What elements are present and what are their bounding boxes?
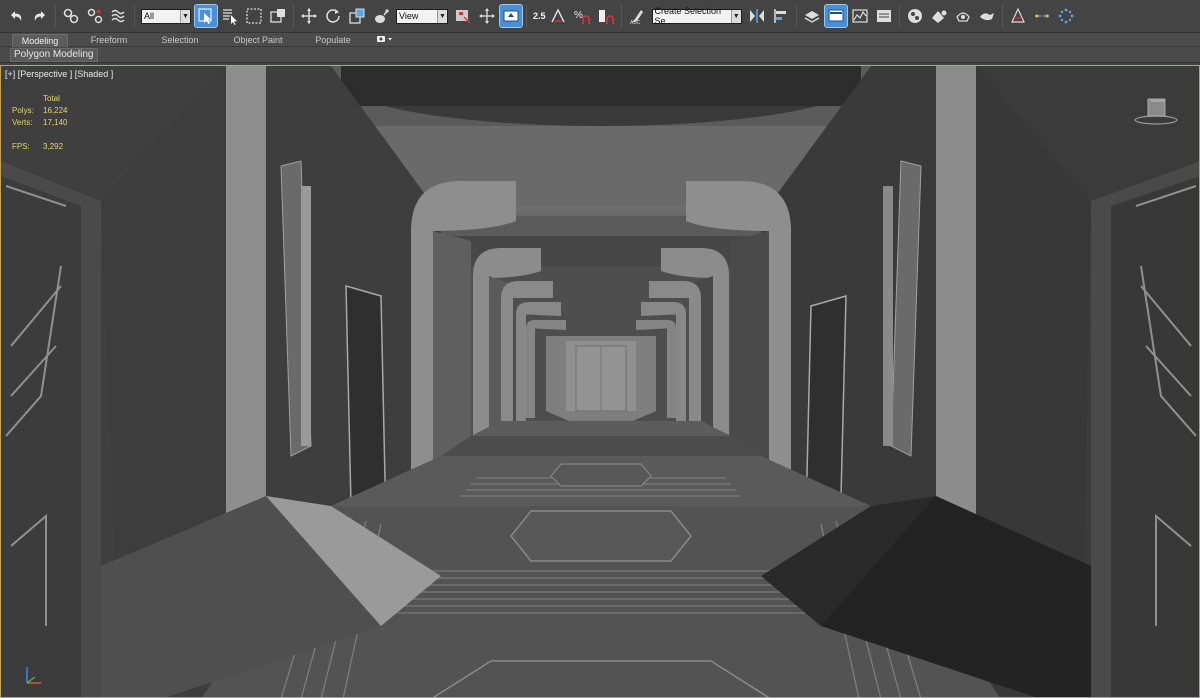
material-editor-icon[interactable] bbox=[928, 5, 950, 27]
separator bbox=[620, 4, 622, 28]
tab-freeform[interactable]: Freeform bbox=[82, 34, 136, 47]
separator bbox=[898, 4, 900, 28]
mirror-icon[interactable] bbox=[746, 5, 768, 27]
link-icon[interactable] bbox=[60, 5, 82, 27]
rotate-icon[interactable] bbox=[322, 5, 344, 27]
snap-value: 2.5 bbox=[533, 11, 546, 21]
bind-space-warp-icon[interactable] bbox=[108, 5, 130, 27]
schematic-view-icon[interactable] bbox=[904, 5, 926, 27]
separator bbox=[134, 4, 135, 28]
angle-snap-icon[interactable] bbox=[547, 5, 569, 27]
separator bbox=[526, 4, 527, 28]
selection-filter-dropdown[interactable]: All ▼ bbox=[141, 8, 191, 24]
ribbon-options-icon[interactable] bbox=[376, 35, 394, 45]
separator bbox=[55, 4, 56, 28]
svg-text:%: % bbox=[574, 10, 583, 21]
chevron-down-icon: ▼ bbox=[437, 9, 447, 23]
named-selection-input: Create Selection Se bbox=[654, 6, 722, 26]
fps-value: 3,292 bbox=[43, 142, 64, 151]
move-icon[interactable] bbox=[298, 5, 320, 27]
viewport-label[interactable]: [+] [Perspective ] [Shaded ] bbox=[5, 69, 113, 79]
statistics-overlay: Total Polys: 16,224 Verts: 17,140 FPS: 3,29… bbox=[12, 93, 67, 153]
tab-object-paint[interactable]: Object Paint bbox=[225, 34, 291, 47]
ribbon-panel: Polygon Modeling bbox=[0, 47, 1200, 63]
selection-filter-value: All bbox=[144, 11, 155, 21]
layer-manager-icon[interactable] bbox=[823, 4, 848, 28]
named-selection-dropdown[interactable]: Create Selection Se ▼ bbox=[651, 6, 742, 26]
separator bbox=[293, 4, 294, 28]
tab-modeling[interactable]: Modeling bbox=[12, 34, 68, 47]
polys-label: Polys: bbox=[12, 106, 34, 115]
ribbon-tabs: Modeling Freeform Selection Object Paint… bbox=[0, 33, 1200, 47]
place-icon[interactable] bbox=[370, 5, 392, 27]
align-icon[interactable] bbox=[770, 5, 792, 27]
render-setup-icon[interactable] bbox=[952, 5, 974, 27]
ref-coord-dropdown[interactable]: View ▼ bbox=[396, 8, 448, 24]
spinner-snap-icon[interactable] bbox=[595, 5, 617, 27]
separator bbox=[795, 4, 797, 28]
perspective-viewport[interactable]: [+] [Perspective ] [Shaded ] Total Polys… bbox=[0, 65, 1200, 698]
select-object-icon[interactable] bbox=[194, 4, 218, 28]
stats-total-label: Total bbox=[43, 94, 60, 103]
keyboard-shortcut-icon[interactable] bbox=[499, 4, 523, 28]
a360-icon[interactable] bbox=[1007, 5, 1029, 27]
edit-named-selections-icon[interactable]: ABC bbox=[626, 5, 648, 27]
chevron-down-icon: ▼ bbox=[730, 9, 741, 23]
unlink-icon[interactable] bbox=[84, 5, 106, 27]
main-toolbar: All ▼ View ▼ 2.5 % ABC Create Selection Se… bbox=[0, 0, 1200, 33]
select-by-name-icon[interactable] bbox=[219, 5, 241, 27]
polys-value: 16,224 bbox=[43, 106, 68, 115]
xref-icon[interactable] bbox=[1031, 5, 1053, 27]
scale-icon[interactable] bbox=[346, 5, 368, 27]
rect-region-icon[interactable] bbox=[243, 5, 265, 27]
viewport-scene bbox=[1, 66, 1199, 697]
polygon-modeling-panel[interactable]: Polygon Modeling bbox=[10, 48, 98, 62]
select-manipulate-icon[interactable] bbox=[476, 5, 498, 27]
percent-snap-icon[interactable]: % bbox=[571, 5, 593, 27]
window-crossing-icon[interactable] bbox=[267, 5, 289, 27]
verts-label: Verts: bbox=[12, 118, 33, 127]
svg-text:ABC: ABC bbox=[630, 20, 641, 25]
pivot-icon[interactable] bbox=[452, 5, 474, 27]
verts-value: 17,140 bbox=[43, 118, 68, 127]
redo-icon[interactable] bbox=[29, 5, 51, 27]
render-icon[interactable] bbox=[976, 5, 998, 27]
toggle-ribbon-icon[interactable] bbox=[849, 5, 871, 27]
tab-populate[interactable]: Populate bbox=[308, 34, 358, 47]
axis-tripod-icon bbox=[21, 659, 45, 689]
tab-selection[interactable]: Selection bbox=[152, 34, 208, 47]
fps-label: FPS: bbox=[12, 142, 30, 151]
chevron-down-icon: ▼ bbox=[180, 9, 190, 23]
ref-coord-value: View bbox=[399, 11, 419, 21]
civil-view-icon[interactable] bbox=[1055, 5, 1077, 27]
undo-icon[interactable] bbox=[5, 5, 27, 27]
separator bbox=[1001, 4, 1003, 28]
layer-explorer-icon[interactable] bbox=[801, 5, 823, 27]
viewcube-icon[interactable] bbox=[1133, 96, 1179, 126]
curve-editor-icon[interactable] bbox=[873, 5, 895, 27]
